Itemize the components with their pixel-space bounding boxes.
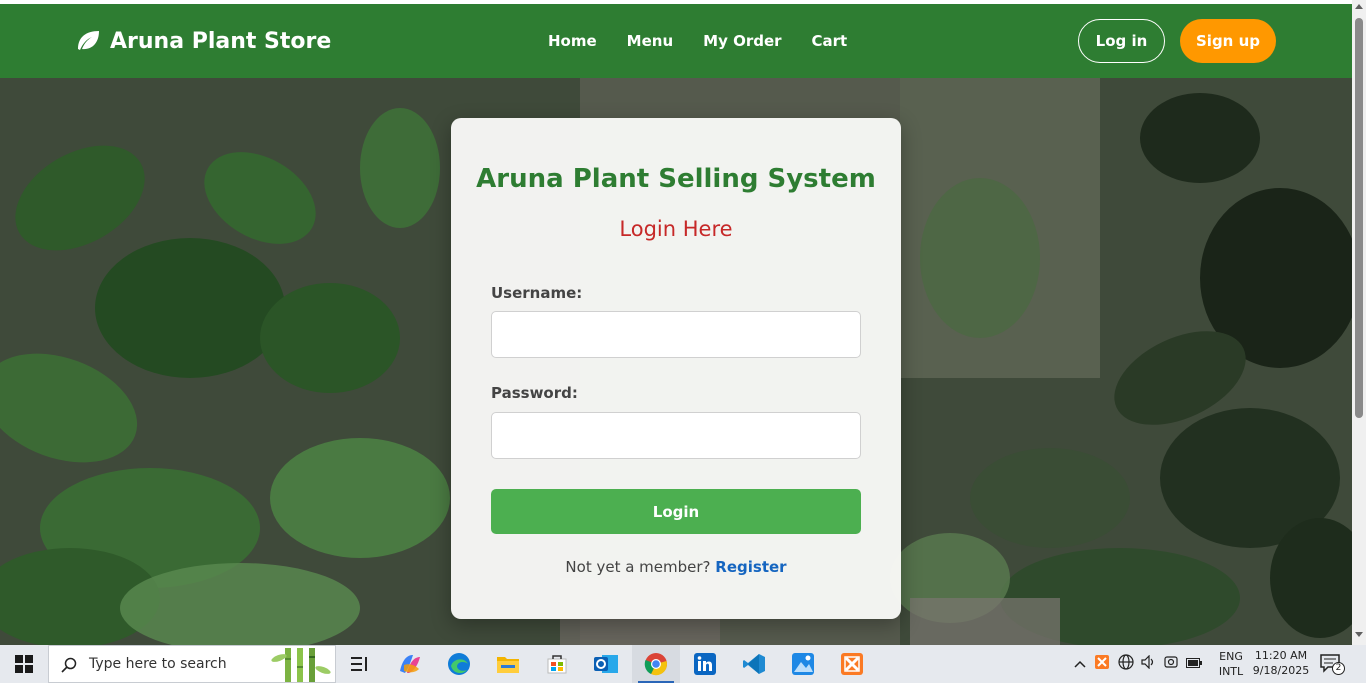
- start-button[interactable]: [0, 645, 48, 683]
- xampp-icon[interactable]: [828, 645, 876, 683]
- password-input[interactable]: [491, 412, 861, 459]
- copilot-icon[interactable]: [386, 645, 434, 683]
- brand[interactable]: Aruna Plant Store: [74, 4, 331, 78]
- file-explorer-icon[interactable]: [484, 645, 532, 683]
- photos-icon[interactable]: [779, 645, 827, 683]
- username-label: Username:: [491, 284, 583, 302]
- nav-link-my-order[interactable]: My Order: [703, 32, 781, 50]
- clock-date: 9/18/2025: [1252, 664, 1310, 677]
- search-placeholder: Type here to search: [89, 656, 227, 672]
- nav-link-home[interactable]: Home: [548, 32, 597, 50]
- chrome-icon[interactable]: [632, 645, 680, 683]
- task-view-icon[interactable]: [336, 645, 384, 683]
- username-input[interactable]: [491, 311, 861, 358]
- language-code: ENG: [1219, 650, 1243, 663]
- register-prompt: Not yet a member?: [565, 558, 711, 576]
- nav-login-button[interactable]: Log in: [1078, 19, 1165, 63]
- register-link[interactable]: Register: [715, 558, 786, 576]
- outlook-icon[interactable]: [582, 645, 630, 683]
- chevron-up-icon[interactable]: [1070, 655, 1090, 673]
- system-tray: [1070, 645, 1206, 683]
- nav-links: Home Menu My Order Cart: [548, 4, 847, 78]
- page-scrollbar[interactable]: [1352, 0, 1366, 645]
- password-label: Password:: [491, 384, 578, 402]
- microsoft-store-icon[interactable]: [533, 645, 581, 683]
- login-card: Aruna Plant Selling System Login Here Us…: [451, 118, 901, 619]
- browser-viewport: Aruna Plant Store Home Menu My Order Car…: [0, 0, 1352, 645]
- camera-icon[interactable]: [1160, 655, 1182, 674]
- speaker-icon[interactable]: [1138, 654, 1160, 674]
- search-icon: [61, 657, 77, 673]
- scroll-up-arrow-icon[interactable]: [1355, 4, 1363, 9]
- taskbar: Type here to search ENG INTL 11:20 AM 9/…: [0, 645, 1366, 683]
- vscode-icon[interactable]: [730, 645, 778, 683]
- bamboo-icon: [271, 648, 331, 682]
- login-button[interactable]: Login: [491, 489, 861, 534]
- taskbar-search-box[interactable]: Type here to search: [48, 645, 336, 683]
- clock-time: 11:20 AM: [1254, 649, 1308, 662]
- language-indicator[interactable]: ENG INTL: [1216, 649, 1246, 679]
- scroll-down-arrow-icon[interactable]: [1355, 632, 1363, 637]
- scroll-thumb[interactable]: [1355, 18, 1363, 418]
- nav-link-menu[interactable]: Menu: [627, 32, 673, 50]
- brand-name: Aruna Plant Store: [110, 28, 332, 54]
- battery-icon[interactable]: [1182, 655, 1206, 673]
- nav-link-cart[interactable]: Cart: [812, 32, 848, 50]
- edge-icon[interactable]: [435, 645, 483, 683]
- leaf-icon: [74, 27, 102, 55]
- clock[interactable]: 11:20 AM 9/18/2025: [1250, 648, 1312, 678]
- card-subtitle: Login Here: [619, 217, 733, 241]
- nav-signup-button[interactable]: Sign up: [1180, 19, 1276, 63]
- register-line: Not yet a member? Register: [451, 558, 901, 576]
- navbar: Aruna Plant Store Home Menu My Order Car…: [0, 4, 1352, 78]
- linkedin-icon[interactable]: [681, 645, 729, 683]
- xampp-tray-icon[interactable]: [1090, 654, 1114, 674]
- windows-logo-icon: [15, 655, 33, 673]
- card-title: Aruna Plant Selling System: [476, 164, 876, 194]
- notifications-button[interactable]: 2: [1320, 653, 1348, 677]
- keyboard-layout: INTL: [1218, 665, 1244, 678]
- globe-icon[interactable]: [1114, 653, 1138, 675]
- notification-badge: 2: [1332, 662, 1345, 675]
